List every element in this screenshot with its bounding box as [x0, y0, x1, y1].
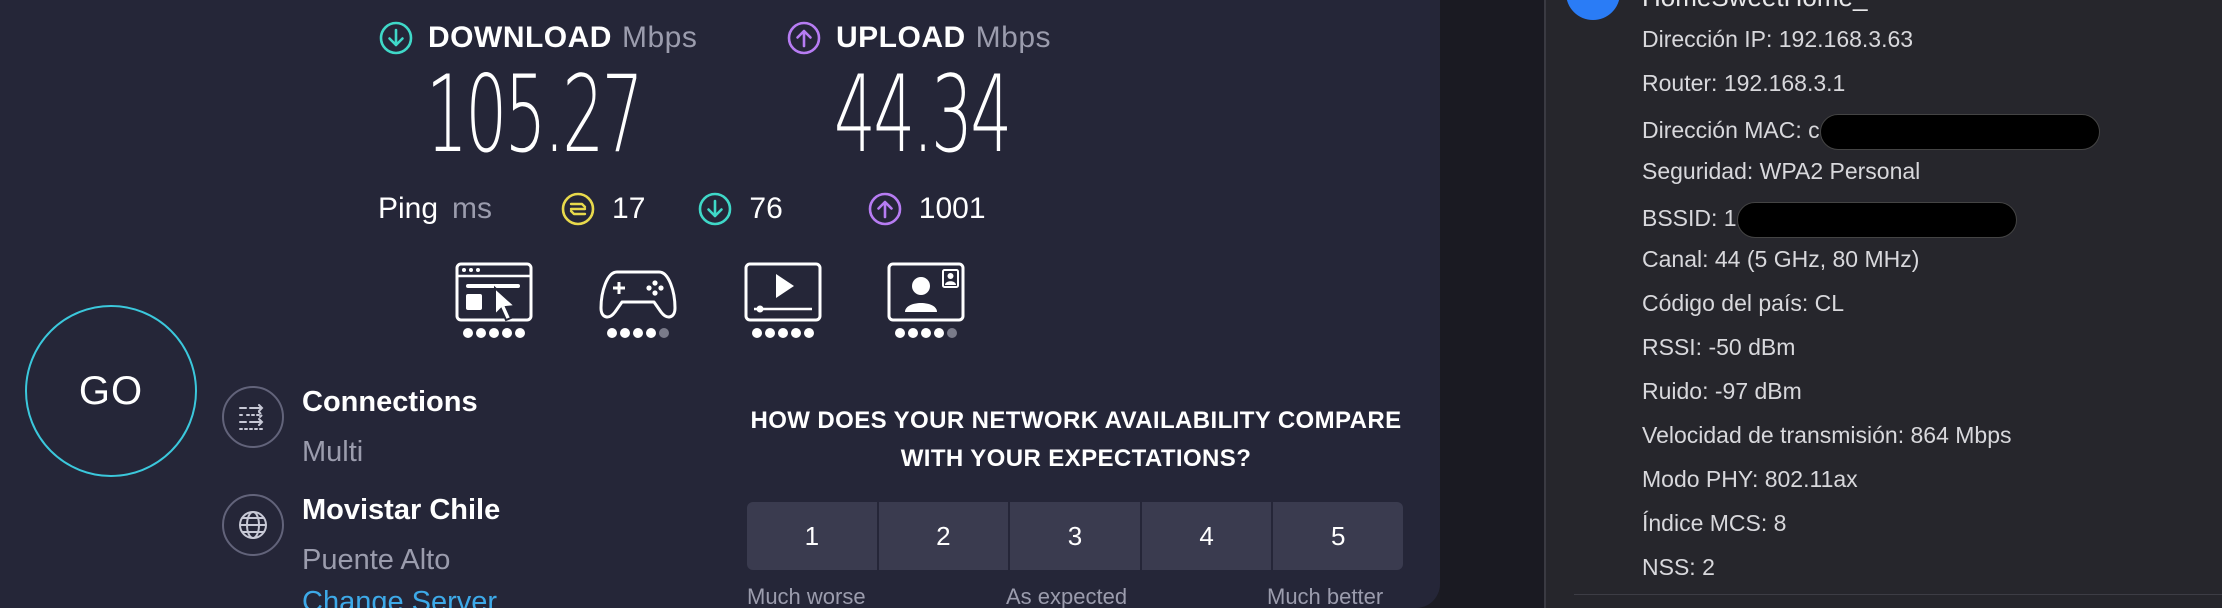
survey-high-label: Much better: [1267, 584, 1384, 608]
wifi-security: Seguridad: WPA2 Personal: [1642, 158, 1921, 184]
survey-option-5[interactable]: 5: [1273, 502, 1403, 570]
wifi-nss: NSS: 2: [1642, 554, 1715, 580]
ping-upload-icon: [868, 192, 902, 226]
survey-option-2[interactable]: 2: [878, 502, 1009, 570]
upload-value: 44.34: [834, 53, 1012, 176]
connections-info: Connections Multi: [222, 382, 478, 472]
rating-web-browsing: [452, 262, 536, 338]
web-browsing-icon: [455, 262, 533, 322]
survey-option-3[interactable]: 3: [1010, 502, 1140, 570]
ping-download-icon: [699, 192, 732, 226]
connections-title: Connections: [302, 386, 478, 418]
wifi-mcs-index: Índice MCS: 8: [1642, 510, 1787, 536]
wifi-noise: Ruido: -97 dBm: [1642, 378, 1802, 404]
wifi-bssid: BSSID: 1: [1642, 205, 1737, 232]
wifi-bssid-row: BSSID: 1: [1642, 202, 2017, 238]
wifi-network-name[interactable]: HomeSweetHome_: [1642, 0, 1867, 13]
server-provider: Movistar Chile: [302, 494, 501, 526]
ping-row: Ping ms 17 76 1001: [378, 186, 986, 232]
go-button[interactable]: GO: [25, 305, 197, 477]
server-location: Puente Alto: [302, 544, 451, 576]
wifi-mac: Dirección MAC: c: [1642, 117, 1820, 144]
rating-dots: [452, 328, 536, 338]
survey-option-1[interactable]: 1: [747, 502, 877, 570]
wifi-rssi: RSSI: -50 dBm: [1642, 334, 1796, 360]
wifi-network-icon: [1566, 0, 1620, 20]
ping-upload: 1001: [867, 191, 986, 227]
survey-question: HOW DOES YOUR NETWORK AVAILABILITY COMPA…: [750, 407, 1402, 472]
ping-label: Ping: [378, 192, 439, 225]
connections-value: Multi: [302, 436, 364, 468]
ping-download: 76: [697, 191, 783, 227]
rating-video-streaming: [741, 262, 825, 338]
redaction-bar: [1736, 202, 2017, 238]
rating-video-chat: [884, 262, 968, 338]
download-metric: DOWNLOAD Mbps 105.27: [378, 18, 698, 168]
upload-unit: Mbps: [975, 21, 1052, 54]
desktop-gap: [1440, 0, 1544, 608]
connections-icon: [239, 404, 264, 430]
download-value: 105.27: [426, 53, 644, 176]
server-info: Movistar Chile Puente Alto Change Server: [222, 490, 500, 608]
rating-dots: [741, 328, 825, 338]
upload-arrow-icon: [787, 21, 821, 55]
ping-idle-icon: [561, 192, 595, 226]
ping-download-value: 76: [749, 192, 783, 225]
rating-dots: [596, 328, 680, 338]
wifi-router: Router: 192.168.3.1: [1642, 70, 1846, 96]
upload-label: UPLOAD: [836, 21, 966, 54]
survey-scale: 1 2 3 4 5: [747, 502, 1403, 570]
download-arrow-icon: [379, 21, 413, 55]
change-server-link[interactable]: Change Server: [302, 582, 500, 608]
wifi-country: Código del país: CL: [1642, 290, 1845, 316]
wifi-tx-rate: Velocidad de transmisión: 864 Mbps: [1642, 422, 2012, 448]
server-globe: [222, 494, 284, 556]
video-chat-icon: [887, 262, 965, 322]
connections-toggle[interactable]: [222, 386, 284, 448]
video-streaming-icon: [744, 262, 822, 322]
download-label: DOWNLOAD: [428, 21, 612, 54]
ping-idle-value: 17: [612, 192, 646, 225]
speedtest-panel: DOWNLOAD Mbps 105.27 UPLOAD Mbps 44.34 P…: [0, 0, 1440, 608]
rating-gaming: [596, 262, 680, 338]
redaction-bar: [1819, 114, 2100, 150]
wifi-channel: Canal: 44 (5 GHz, 80 MHz): [1642, 246, 1920, 272]
gaming-icon: [599, 270, 677, 319]
wifi-divider: [1574, 594, 2222, 595]
ping-unit: ms: [452, 192, 493, 225]
wifi-phy-mode: Modo PHY: 802.11ax: [1642, 466, 1858, 492]
upload-metric: UPLOAD Mbps 44.34: [786, 18, 1052, 168]
download-unit: Mbps: [621, 21, 698, 54]
survey-mid-label: As expected: [1006, 584, 1128, 608]
wifi-details-panel: HomeSweetHome_ Dirección IP: 192.168.3.6…: [1544, 0, 2222, 608]
rating-dots: [884, 328, 968, 338]
globe-icon: [239, 511, 267, 539]
survey-option-4[interactable]: 4: [1141, 502, 1272, 570]
ping-idle: 17: [560, 191, 645, 227]
wifi-ip: Dirección IP: 192.168.3.63: [1642, 26, 1914, 52]
wifi-mac-row: Dirección MAC: c: [1642, 114, 2100, 150]
survey-low-label: Much worse: [747, 584, 866, 608]
ping-upload-value: 1001: [918, 192, 986, 225]
